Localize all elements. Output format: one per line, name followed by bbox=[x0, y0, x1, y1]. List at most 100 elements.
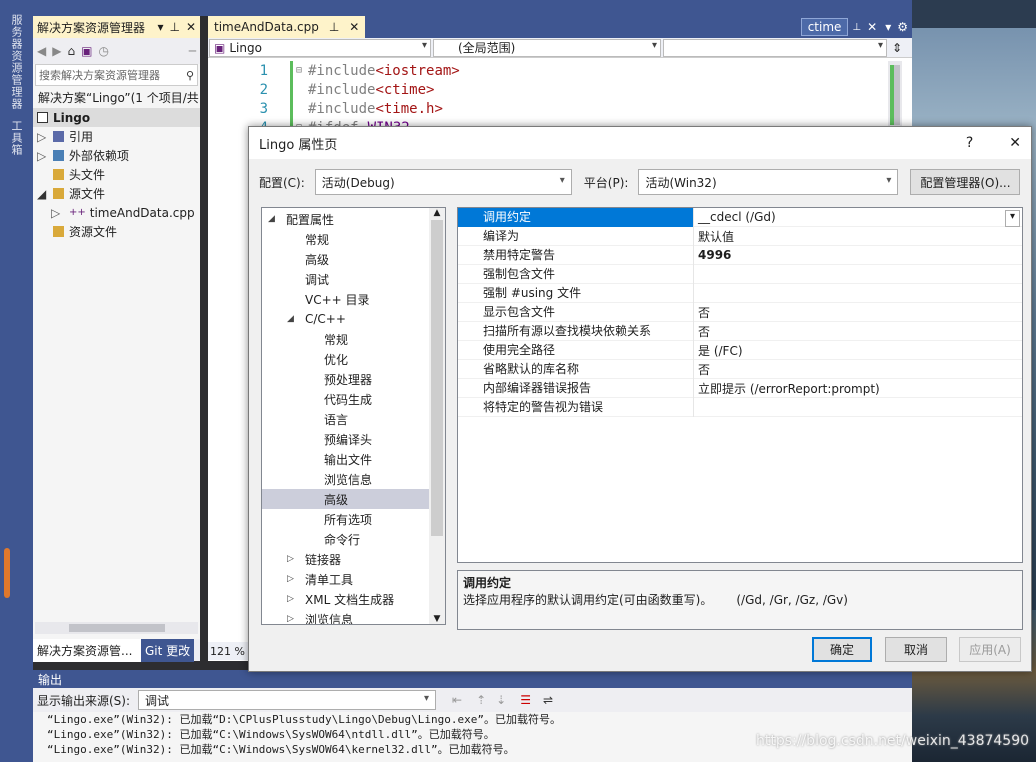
tree-node[interactable]: 代码生成 bbox=[262, 389, 445, 409]
tree-node[interactable]: ▷ 链接器 bbox=[262, 549, 445, 569]
tab-solution-explorer[interactable]: 解决方案资源管... bbox=[33, 638, 141, 662]
find-message-icon[interactable]: ⇤ bbox=[452, 693, 462, 707]
tab-git-changes[interactable]: Git 更改 bbox=[141, 638, 195, 662]
tree-node[interactable]: ◢ C/C++ bbox=[262, 309, 445, 329]
property-row[interactable]: 将特定的警告视为错误 bbox=[458, 397, 1022, 417]
pin-icon[interactable]: ⊥ bbox=[852, 22, 861, 33]
tree-project[interactable]: Lingo bbox=[33, 108, 200, 127]
ok-button[interactable]: 确定 bbox=[812, 637, 872, 662]
tab-timeanddata[interactable]: timeAndData.cpp ⊥ ✕ bbox=[208, 16, 366, 38]
property-row[interactable]: 省略默认的库名称否 bbox=[458, 359, 1022, 379]
property-row[interactable]: 强制 #using 文件 bbox=[458, 283, 1022, 303]
horizontal-scrollbar[interactable] bbox=[35, 622, 198, 634]
property-row[interactable]: 禁用特定警告 4996 bbox=[458, 245, 1022, 265]
expand-icon[interactable]: ▷ bbox=[37, 130, 53, 144]
tree-node[interactable]: ▷ XML 文档生成器 bbox=[262, 589, 445, 609]
expand-icon[interactable]: ◢ bbox=[287, 314, 305, 324]
project-dropdown[interactable]: ▣ Lingo bbox=[209, 38, 431, 57]
history-icon[interactable]: ◷ bbox=[98, 44, 108, 58]
property-row[interactable]: 使用完全路径是 (/FC) bbox=[458, 340, 1022, 360]
apply-button[interactable]: 应用(A) bbox=[959, 637, 1021, 662]
zoom-level[interactable]: 121 % bbox=[208, 642, 248, 660]
tree-node[interactable]: 命令行 bbox=[262, 529, 445, 549]
tree-node[interactable]: 优化 bbox=[262, 349, 445, 369]
expand-icon[interactable]: ▷ bbox=[287, 594, 305, 604]
output-source-select[interactable]: 调试 ▾ bbox=[138, 690, 437, 710]
chevron-down-icon[interactable]: ▾ bbox=[1005, 210, 1020, 227]
help-button[interactable]: ? bbox=[966, 135, 973, 151]
tree-node[interactable]: 预处理器 bbox=[262, 369, 445, 389]
tree-item-resource-files[interactable]: 资源文件 bbox=[33, 222, 200, 241]
property-row[interactable]: 内部编译器错误报告 立即提示 (/errorReport:prompt) bbox=[458, 378, 1022, 398]
tree-node[interactable]: 常规 bbox=[262, 229, 445, 249]
tree-item-references[interactable]: ▷ 引用 bbox=[33, 127, 200, 146]
tree-node[interactable]: 语言 bbox=[262, 409, 445, 429]
tree-node[interactable]: 输出文件 bbox=[262, 449, 445, 469]
property-value[interactable]: 是 (/FC) bbox=[694, 342, 1022, 359]
platform-select[interactable]: 活动(Win32) ▾ bbox=[638, 169, 899, 195]
tab-ctime[interactable]: ctime bbox=[800, 18, 849, 36]
server-explorer-tab[interactable]: 服务器资源管理器 bbox=[8, 14, 24, 110]
property-value[interactable]: __cdecl (/Gd) ▾ bbox=[694, 210, 1022, 227]
property-value[interactable]: 否 bbox=[694, 323, 1022, 340]
config-select[interactable]: 活动(Debug) ▾ bbox=[314, 169, 572, 195]
tree-node[interactable]: 浏览信息 bbox=[262, 469, 445, 489]
pin-icon[interactable]: ⊥ bbox=[329, 20, 339, 34]
scroll-thumb[interactable] bbox=[69, 624, 165, 632]
close-icon[interactable]: ✕ bbox=[1009, 135, 1021, 151]
fold-icon[interactable]: ⊟ bbox=[296, 65, 308, 76]
property-row[interactable]: 强制包含文件 bbox=[458, 264, 1022, 284]
scroll-down-icon[interactable]: ▼ bbox=[429, 614, 445, 624]
pin-icon[interactable]: ⊥ bbox=[169, 20, 179, 34]
tree-node[interactable]: 预编译头 bbox=[262, 429, 445, 449]
property-row[interactable]: 扫描所有源以查找模块依赖关系否 bbox=[458, 321, 1022, 341]
member-dropdown[interactable] bbox=[663, 38, 887, 57]
expand-icon[interactable]: ▷ bbox=[287, 614, 305, 624]
scope-dropdown[interactable]: (全局范围) bbox=[433, 38, 661, 57]
dropdown-icon[interactable]: ▾ bbox=[885, 20, 891, 34]
property-value[interactable]: 立即提示 (/errorReport:prompt) bbox=[694, 380, 1022, 397]
tree-scrollbar[interactable]: ▲ ▼ bbox=[429, 208, 445, 624]
expand-icon[interactable]: ▷ bbox=[51, 206, 69, 220]
tree-node[interactable]: 调试 bbox=[262, 269, 445, 289]
tree-node[interactable]: 高级 bbox=[262, 249, 445, 269]
tree-node[interactable]: ◢ 配置属性 bbox=[262, 209, 445, 229]
home-icon[interactable]: ⌂ bbox=[67, 44, 75, 58]
tree-item-header-files[interactable]: 头文件 bbox=[33, 165, 200, 184]
scroll-up-icon[interactable]: ▲ bbox=[429, 208, 445, 218]
dropdown-icon[interactable]: ▾ bbox=[157, 20, 163, 34]
prev-message-icon[interactable]: ⇡ bbox=[476, 693, 486, 707]
toolbox-tab[interactable]: 工具箱 bbox=[8, 120, 24, 156]
solution-search-input[interactable]: 搜索解决方案资源管理器 ⚲ bbox=[35, 64, 198, 86]
expand-icon[interactable]: ▷ bbox=[37, 149, 53, 163]
search-icon[interactable]: ⚲ bbox=[186, 69, 194, 82]
tree-node[interactable]: 常规 bbox=[262, 329, 445, 349]
expand-icon[interactable]: ▷ bbox=[287, 554, 305, 564]
settings-icon[interactable]: ─ bbox=[189, 44, 196, 58]
tree-item-external-deps[interactable]: ▷ 外部依赖项 bbox=[33, 146, 200, 165]
property-value[interactable]: 4996 bbox=[694, 248, 1022, 262]
next-message-icon[interactable]: ⇣ bbox=[496, 693, 506, 707]
expand-icon[interactable]: ◢ bbox=[268, 214, 286, 224]
close-icon[interactable]: ✕ bbox=[349, 20, 359, 34]
tree-node[interactable]: VC++ 目录 bbox=[262, 289, 445, 309]
tree-node[interactable]: 高级 bbox=[262, 489, 429, 509]
property-row[interactable]: 调用约定 __cdecl (/Gd) ▾ bbox=[458, 207, 1022, 227]
tree-node[interactable]: ▷ 浏览信息 bbox=[262, 609, 445, 625]
property-value[interactable]: 默认值 bbox=[694, 228, 1022, 245]
close-icon[interactable]: ✕ bbox=[867, 20, 877, 34]
forward-icon[interactable]: ▶ bbox=[52, 44, 61, 58]
gear-icon[interactable]: ⚙ bbox=[897, 20, 908, 34]
scroll-thumb[interactable] bbox=[890, 65, 900, 125]
property-row[interactable]: 显示包含文件否 bbox=[458, 302, 1022, 322]
property-value[interactable]: 否 bbox=[694, 304, 1022, 321]
tree-node[interactable]: ▷ 清单工具 bbox=[262, 569, 445, 589]
scroll-thumb[interactable] bbox=[431, 220, 443, 536]
split-icon[interactable]: ⇕ bbox=[892, 41, 902, 55]
config-manager-button[interactable]: 配置管理器(O)... bbox=[910, 169, 1021, 195]
property-row[interactable]: 编译为 默认值 bbox=[458, 226, 1022, 246]
expand-icon[interactable]: ▷ bbox=[287, 574, 305, 584]
close-icon[interactable]: ✕ bbox=[186, 20, 196, 34]
word-wrap-icon[interactable]: ⇌ bbox=[543, 693, 553, 707]
back-icon[interactable]: ◀ bbox=[37, 44, 46, 58]
